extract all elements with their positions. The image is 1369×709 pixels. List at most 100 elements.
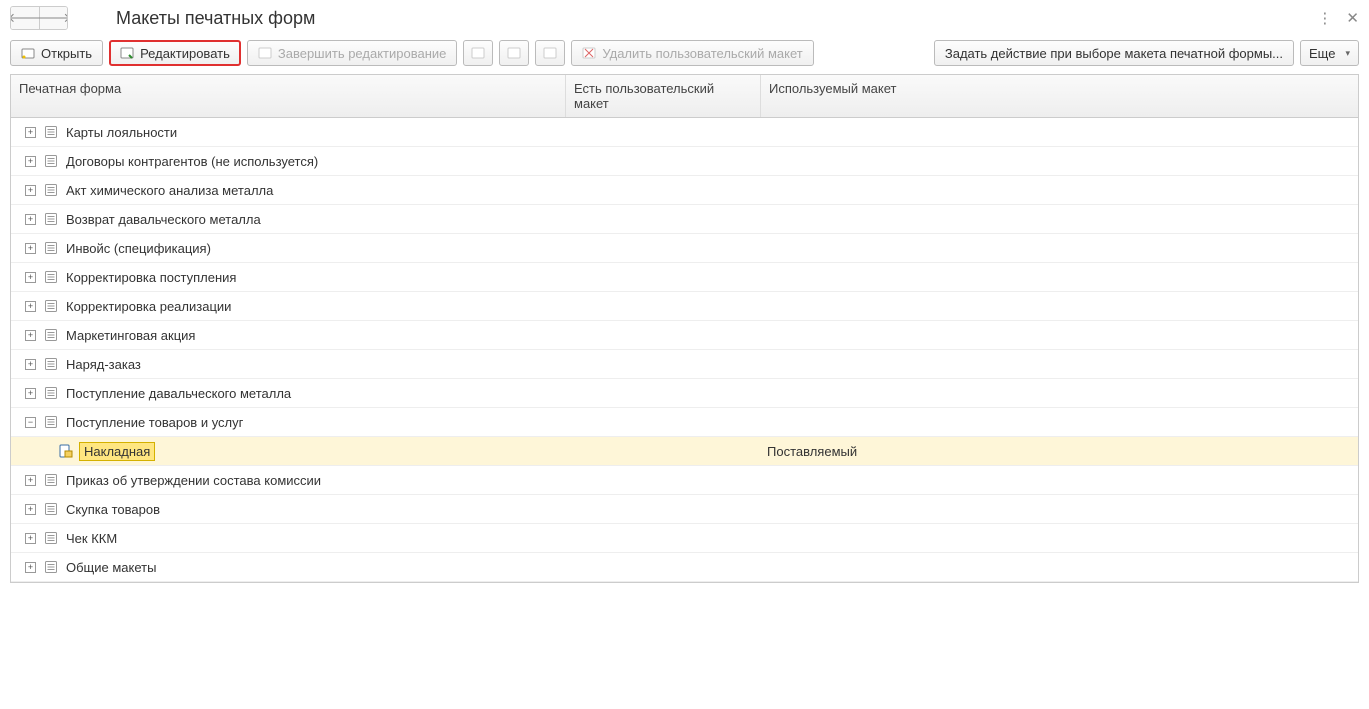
- cell-used-template: Поставляемый: [761, 444, 1358, 459]
- toolbar-icon-1: [463, 40, 493, 66]
- document-icon: [44, 357, 58, 371]
- table-row[interactable]: + Скупка товаров: [11, 495, 1358, 524]
- kebab-menu-icon[interactable]: ⋮: [1317, 9, 1332, 27]
- table-row[interactable]: + Наряд-заказ: [11, 350, 1358, 379]
- delete-user-template-label: Удалить пользовательский макет: [602, 46, 802, 61]
- expander-icon[interactable]: +: [25, 359, 36, 370]
- column-header-has-user-template[interactable]: Есть пользовательский макет: [566, 75, 761, 117]
- table-row[interactable]: + Чек ККМ: [11, 524, 1358, 553]
- expander-icon[interactable]: +: [25, 243, 36, 254]
- open-button-label: Открыть: [41, 46, 92, 61]
- table-row[interactable]: − Поступление товаров и услуг: [11, 408, 1358, 437]
- grid-header: Печатная форма Есть пользовательский мак…: [11, 75, 1358, 118]
- row-label: Наряд-заказ: [66, 357, 141, 372]
- document-icon: [44, 299, 58, 313]
- cell-form: + Поступление давальческого металла: [11, 386, 566, 401]
- cell-form: + Акт химического анализа металла: [11, 183, 566, 198]
- row-label: Поступление давальческого металла: [66, 386, 291, 401]
- cell-form: + Карты лояльности: [11, 125, 566, 140]
- close-icon[interactable]: ✕: [1346, 9, 1359, 27]
- row-label: Накладная: [79, 442, 155, 461]
- table-row[interactable]: + Поступление давальческого металла: [11, 379, 1358, 408]
- table-row[interactable]: + Возврат давальческого металла: [11, 205, 1358, 234]
- more-button[interactable]: Еще: [1300, 40, 1359, 66]
- unpin-icon: [543, 46, 557, 60]
- expander-icon[interactable]: +: [25, 214, 36, 225]
- toolbar-icon-3: [535, 40, 565, 66]
- table-row[interactable]: + Приказ об утверждении состава комиссии: [11, 466, 1358, 495]
- row-label: Корректировка реализации: [66, 299, 231, 314]
- used-template-value: Поставляемый: [767, 444, 857, 459]
- table-row[interactable]: + Карты лояльности: [11, 118, 1358, 147]
- document-icon: [44, 531, 58, 545]
- cell-form: Накладная: [11, 442, 566, 461]
- document-icon: [44, 473, 58, 487]
- expander-icon[interactable]: +: [25, 562, 36, 573]
- cell-form: + Наряд-заказ: [11, 357, 566, 372]
- table-row-child[interactable]: Накладная Поставляемый: [11, 437, 1358, 466]
- edit-button[interactable]: Редактировать: [109, 40, 241, 66]
- expander-icon[interactable]: +: [25, 185, 36, 196]
- open-button[interactable]: Открыть: [10, 40, 103, 66]
- cell-form: + Корректировка поступления: [11, 270, 566, 285]
- document-icon: [44, 125, 58, 139]
- cell-form: + Чек ККМ: [11, 531, 566, 546]
- row-label: Чек ККМ: [66, 531, 117, 546]
- table-row[interactable]: + Маркетинговая акция: [11, 321, 1358, 350]
- table-row[interactable]: +Инвойс (спецификация): [11, 234, 1358, 263]
- expander-icon[interactable]: +: [25, 504, 36, 515]
- document-icon: [44, 241, 58, 255]
- document-icon: [44, 183, 58, 197]
- set-action-button[interactable]: Задать действие при выборе макета печатн…: [934, 40, 1294, 66]
- edit-button-label: Редактировать: [140, 46, 230, 61]
- page-title: Макеты печатных форм: [116, 8, 315, 29]
- column-header-used-template[interactable]: Используемый макет: [761, 75, 1358, 117]
- table-row[interactable]: +Общие макеты: [11, 553, 1358, 582]
- column-header-form[interactable]: Печатная форма: [11, 75, 566, 117]
- row-label: Акт химического анализа металла: [66, 183, 273, 198]
- cell-form: + Корректировка реализации: [11, 299, 566, 314]
- row-label: Договоры контрагентов (не используется): [66, 154, 318, 169]
- expander-icon[interactable]: +: [25, 330, 36, 341]
- row-label: Приказ об утверждении состава комиссии: [66, 473, 321, 488]
- expander-icon[interactable]: +: [25, 301, 36, 312]
- nav-back-button[interactable]: 🡐: [11, 7, 39, 29]
- cell-form: + Маркетинговая акция: [11, 328, 566, 343]
- expander-icon[interactable]: +: [25, 475, 36, 486]
- pin-icon: [507, 46, 521, 60]
- delete-icon: [582, 46, 596, 60]
- table-row[interactable]: + Акт химического анализа металла: [11, 176, 1358, 205]
- more-button-label: Еще: [1309, 46, 1335, 61]
- row-label: Карты лояльности: [66, 125, 177, 140]
- cell-form: + Возврат давальческого металла: [11, 212, 566, 227]
- row-label: Поступление товаров и услуг: [66, 415, 243, 430]
- cell-form: +Инвойс (спецификация): [11, 241, 566, 256]
- document-icon: [44, 415, 58, 429]
- open-icon: [21, 46, 35, 60]
- finish-edit-button: Завершить редактирование: [247, 40, 458, 66]
- row-label: Скупка товаров: [66, 502, 160, 517]
- delete-user-template-button: Удалить пользовательский макет: [571, 40, 813, 66]
- expander-icon[interactable]: +: [25, 156, 36, 167]
- document-icon: [44, 328, 58, 342]
- expander-icon[interactable]: +: [25, 388, 36, 399]
- finish-edit-button-label: Завершить редактирование: [278, 46, 447, 61]
- expander-icon[interactable]: +: [25, 272, 36, 283]
- document-icon: [44, 154, 58, 168]
- document-icon: [44, 212, 58, 226]
- nav-forward-button[interactable]: 🡒: [39, 7, 67, 29]
- table-row[interactable]: + Корректировка реализации: [11, 292, 1358, 321]
- edit-icon: [120, 46, 134, 60]
- table-row[interactable]: + Договоры контрагентов (не используется): [11, 147, 1358, 176]
- row-label: Маркетинговая акция: [66, 328, 195, 343]
- expander-icon[interactable]: −: [25, 417, 36, 428]
- expander-icon[interactable]: +: [25, 533, 36, 544]
- expander-icon[interactable]: +: [25, 127, 36, 138]
- row-label: Корректировка поступления: [66, 270, 236, 285]
- document-icon: [44, 270, 58, 284]
- attach-icon: [471, 46, 485, 60]
- cell-form: +Общие макеты: [11, 560, 566, 575]
- table-row[interactable]: + Корректировка поступления: [11, 263, 1358, 292]
- row-label: Возврат давальческого металла: [66, 212, 261, 227]
- cell-form: + Скупка товаров: [11, 502, 566, 517]
